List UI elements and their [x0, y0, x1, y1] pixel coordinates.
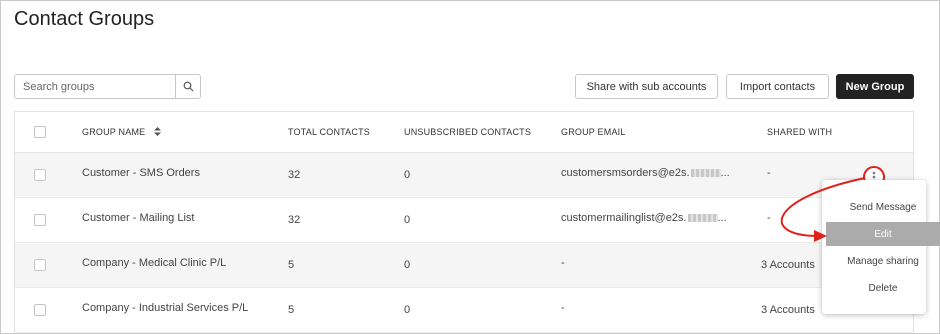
search-box[interactable]: [14, 74, 201, 99]
group-name-cell[interactable]: Company - Medical Clinic P/L: [82, 257, 226, 269]
row-actions-menu: Send Message Edit Manage sharing Delete: [822, 180, 940, 314]
row-checkbox[interactable]: [34, 169, 46, 181]
shared-with-cell: -: [767, 212, 771, 224]
group-email-ellipsis: ...: [717, 212, 727, 224]
total-contacts-cell: 5: [288, 259, 295, 271]
redacted-blur: [690, 169, 721, 178]
search-icon: [183, 81, 193, 92]
unsubscribed-contacts-cell: 0: [404, 214, 411, 226]
menu-item-manage-sharing[interactable]: Manage sharing: [826, 249, 940, 273]
group-name-cell[interactable]: Company - Industrial Services P/L: [82, 302, 248, 314]
unsubscribed-contacts-cell: 0: [404, 169, 411, 181]
search-input[interactable]: [15, 75, 175, 98]
group-name-cell[interactable]: Customer - SMS Orders: [82, 167, 200, 179]
menu-item-edit[interactable]: Edit: [826, 222, 940, 246]
group-email-cell: -: [561, 302, 565, 314]
groups-table: GROUP NAME TOTAL CONTACTS UNSUBSCRIBED C…: [14, 111, 914, 334]
page-title: Contact Groups: [14, 8, 155, 30]
header-group-name-label: GROUP NAME: [82, 127, 146, 137]
group-email-cell: customersmsorders@e2s....: [561, 167, 730, 179]
group-email-text: customermailinglist@e2s.: [561, 212, 687, 224]
shared-with-cell[interactable]: 3 Accounts: [761, 259, 815, 271]
group-email-text: customersmsorders@e2s.: [561, 167, 690, 179]
row-checkbox[interactable]: [34, 214, 46, 226]
shared-with-cell[interactable]: 3 Accounts: [761, 304, 815, 316]
menu-item-send-message[interactable]: Send Message: [826, 195, 940, 219]
header-group-name[interactable]: GROUP NAME: [82, 127, 162, 137]
table-row[interactable]: Company - Industrial Services P/L 5 0 - …: [15, 288, 913, 333]
unsubscribed-contacts-cell: 0: [404, 304, 411, 316]
group-email-ellipsis: ...: [720, 167, 730, 179]
menu-item-delete[interactable]: Delete: [826, 276, 940, 300]
table-row[interactable]: Company - Medical Clinic P/L 5 0 - 3 Acc…: [15, 243, 913, 288]
header-shared-with: SHARED WITH: [767, 127, 833, 137]
total-contacts-cell: 32: [288, 214, 301, 226]
select-all-checkbox[interactable]: [34, 126, 46, 138]
header-unsubscribed-contacts: UNSUBSCRIBED CONTACTS: [404, 127, 532, 137]
unsubscribed-contacts-cell: 0: [404, 259, 411, 271]
new-group-button[interactable]: New Group: [836, 74, 914, 99]
table-header: GROUP NAME TOTAL CONTACTS UNSUBSCRIBED C…: [15, 112, 913, 153]
total-contacts-cell: 5: [288, 304, 295, 316]
search-button[interactable]: [175, 75, 200, 98]
table-row[interactable]: Customer - Mailing List 32 0 customermai…: [15, 198, 913, 243]
group-name-cell[interactable]: Customer - Mailing List: [82, 212, 194, 224]
total-contacts-cell: 32: [288, 169, 301, 181]
table-row[interactable]: Customer - SMS Orders 32 0 customersmsor…: [15, 153, 913, 198]
shared-with-cell: -: [767, 167, 771, 179]
row-checkbox[interactable]: [34, 259, 46, 271]
row-checkbox[interactable]: [34, 304, 46, 316]
import-contacts-button[interactable]: Import contacts: [726, 74, 829, 99]
header-group-email: GROUP EMAIL: [561, 127, 626, 137]
sort-icon[interactable]: [154, 127, 162, 136]
group-email-cell: -: [561, 257, 565, 269]
header-total-contacts: TOTAL CONTACTS: [288, 127, 370, 137]
group-email-cell: customermailinglist@e2s....: [561, 212, 727, 224]
share-with-sub-accounts-button[interactable]: Share with sub accounts: [575, 74, 718, 99]
redacted-blur: [687, 214, 718, 223]
